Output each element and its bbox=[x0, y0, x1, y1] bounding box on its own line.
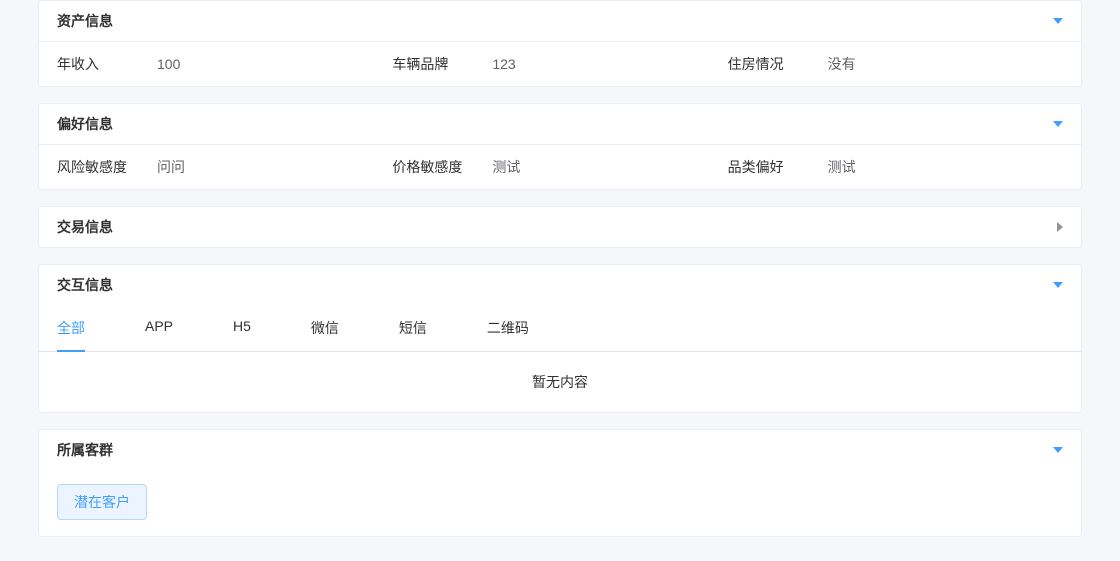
assets-row: 年收入 100 车辆品牌 123 住房情况 没有 bbox=[39, 42, 1081, 86]
panel-assets-header[interactable]: 资产信息 bbox=[39, 1, 1081, 42]
assets-car-cell: 车辆品牌 123 bbox=[392, 54, 727, 74]
panel-transaction: 交易信息 bbox=[38, 206, 1082, 248]
chevron-down-icon bbox=[1053, 282, 1063, 288]
segment-tags: 潜在客户 bbox=[39, 470, 1081, 536]
preference-price-cell: 价格敏感度 测试 bbox=[392, 157, 727, 177]
interaction-empty: 暂无内容 bbox=[39, 352, 1081, 412]
tab-qrcode[interactable]: 二维码 bbox=[487, 306, 529, 352]
tab-sms[interactable]: 短信 bbox=[399, 306, 427, 352]
category-label: 品类偏好 bbox=[728, 157, 828, 177]
preference-category-cell: 品类偏好 测试 bbox=[728, 157, 1063, 177]
panel-interaction-title: 交互信息 bbox=[57, 275, 113, 295]
panel-interaction: 交互信息 全部 APP H5 微信 短信 二维码 暂无内容 bbox=[38, 264, 1082, 413]
housing-label: 住房情况 bbox=[728, 54, 828, 74]
panel-transaction-header[interactable]: 交易信息 bbox=[39, 207, 1081, 247]
chevron-down-icon bbox=[1053, 121, 1063, 127]
risk-value: 问问 bbox=[157, 157, 185, 177]
assets-housing-cell: 住房情况 没有 bbox=[728, 54, 1063, 74]
panel-preference-title: 偏好信息 bbox=[57, 114, 113, 134]
tab-h5[interactable]: H5 bbox=[233, 306, 251, 352]
preference-risk-cell: 风险敏感度 问问 bbox=[57, 157, 392, 177]
panel-preference-header[interactable]: 偏好信息 bbox=[39, 104, 1081, 145]
panel-segment-title: 所属客群 bbox=[57, 440, 113, 460]
risk-label: 风险敏感度 bbox=[57, 157, 157, 177]
interaction-tabs: 全部 APP H5 微信 短信 二维码 bbox=[39, 305, 1081, 352]
panel-segment: 所属客群 潜在客户 bbox=[38, 429, 1082, 537]
tag-potential-customer[interactable]: 潜在客户 bbox=[57, 484, 147, 520]
chevron-down-icon bbox=[1053, 447, 1063, 453]
chevron-down-icon bbox=[1053, 18, 1063, 24]
panel-assets-title: 资产信息 bbox=[57, 11, 113, 31]
panel-assets: 资产信息 年收入 100 车辆品牌 123 住房情况 没有 bbox=[38, 0, 1082, 87]
panel-preference: 偏好信息 风险敏感度 问问 价格敏感度 测试 品类偏好 测试 bbox=[38, 103, 1082, 190]
panel-interaction-header[interactable]: 交互信息 bbox=[39, 265, 1081, 305]
category-value: 测试 bbox=[828, 157, 856, 177]
tab-app[interactable]: APP bbox=[145, 306, 173, 352]
price-value: 测试 bbox=[492, 157, 520, 177]
panel-segment-header[interactable]: 所属客群 bbox=[39, 430, 1081, 470]
preference-row: 风险敏感度 问问 价格敏感度 测试 品类偏好 测试 bbox=[39, 145, 1081, 189]
panel-transaction-title: 交易信息 bbox=[57, 217, 113, 237]
price-label: 价格敏感度 bbox=[392, 157, 492, 177]
chevron-right-icon bbox=[1057, 222, 1063, 232]
income-value: 100 bbox=[157, 56, 180, 72]
assets-income-cell: 年收入 100 bbox=[57, 54, 392, 74]
tab-all[interactable]: 全部 bbox=[57, 306, 85, 352]
tab-wechat[interactable]: 微信 bbox=[311, 306, 339, 352]
car-label: 车辆品牌 bbox=[392, 54, 492, 74]
housing-value: 没有 bbox=[828, 54, 856, 74]
car-value: 123 bbox=[492, 56, 515, 72]
income-label: 年收入 bbox=[57, 54, 157, 74]
